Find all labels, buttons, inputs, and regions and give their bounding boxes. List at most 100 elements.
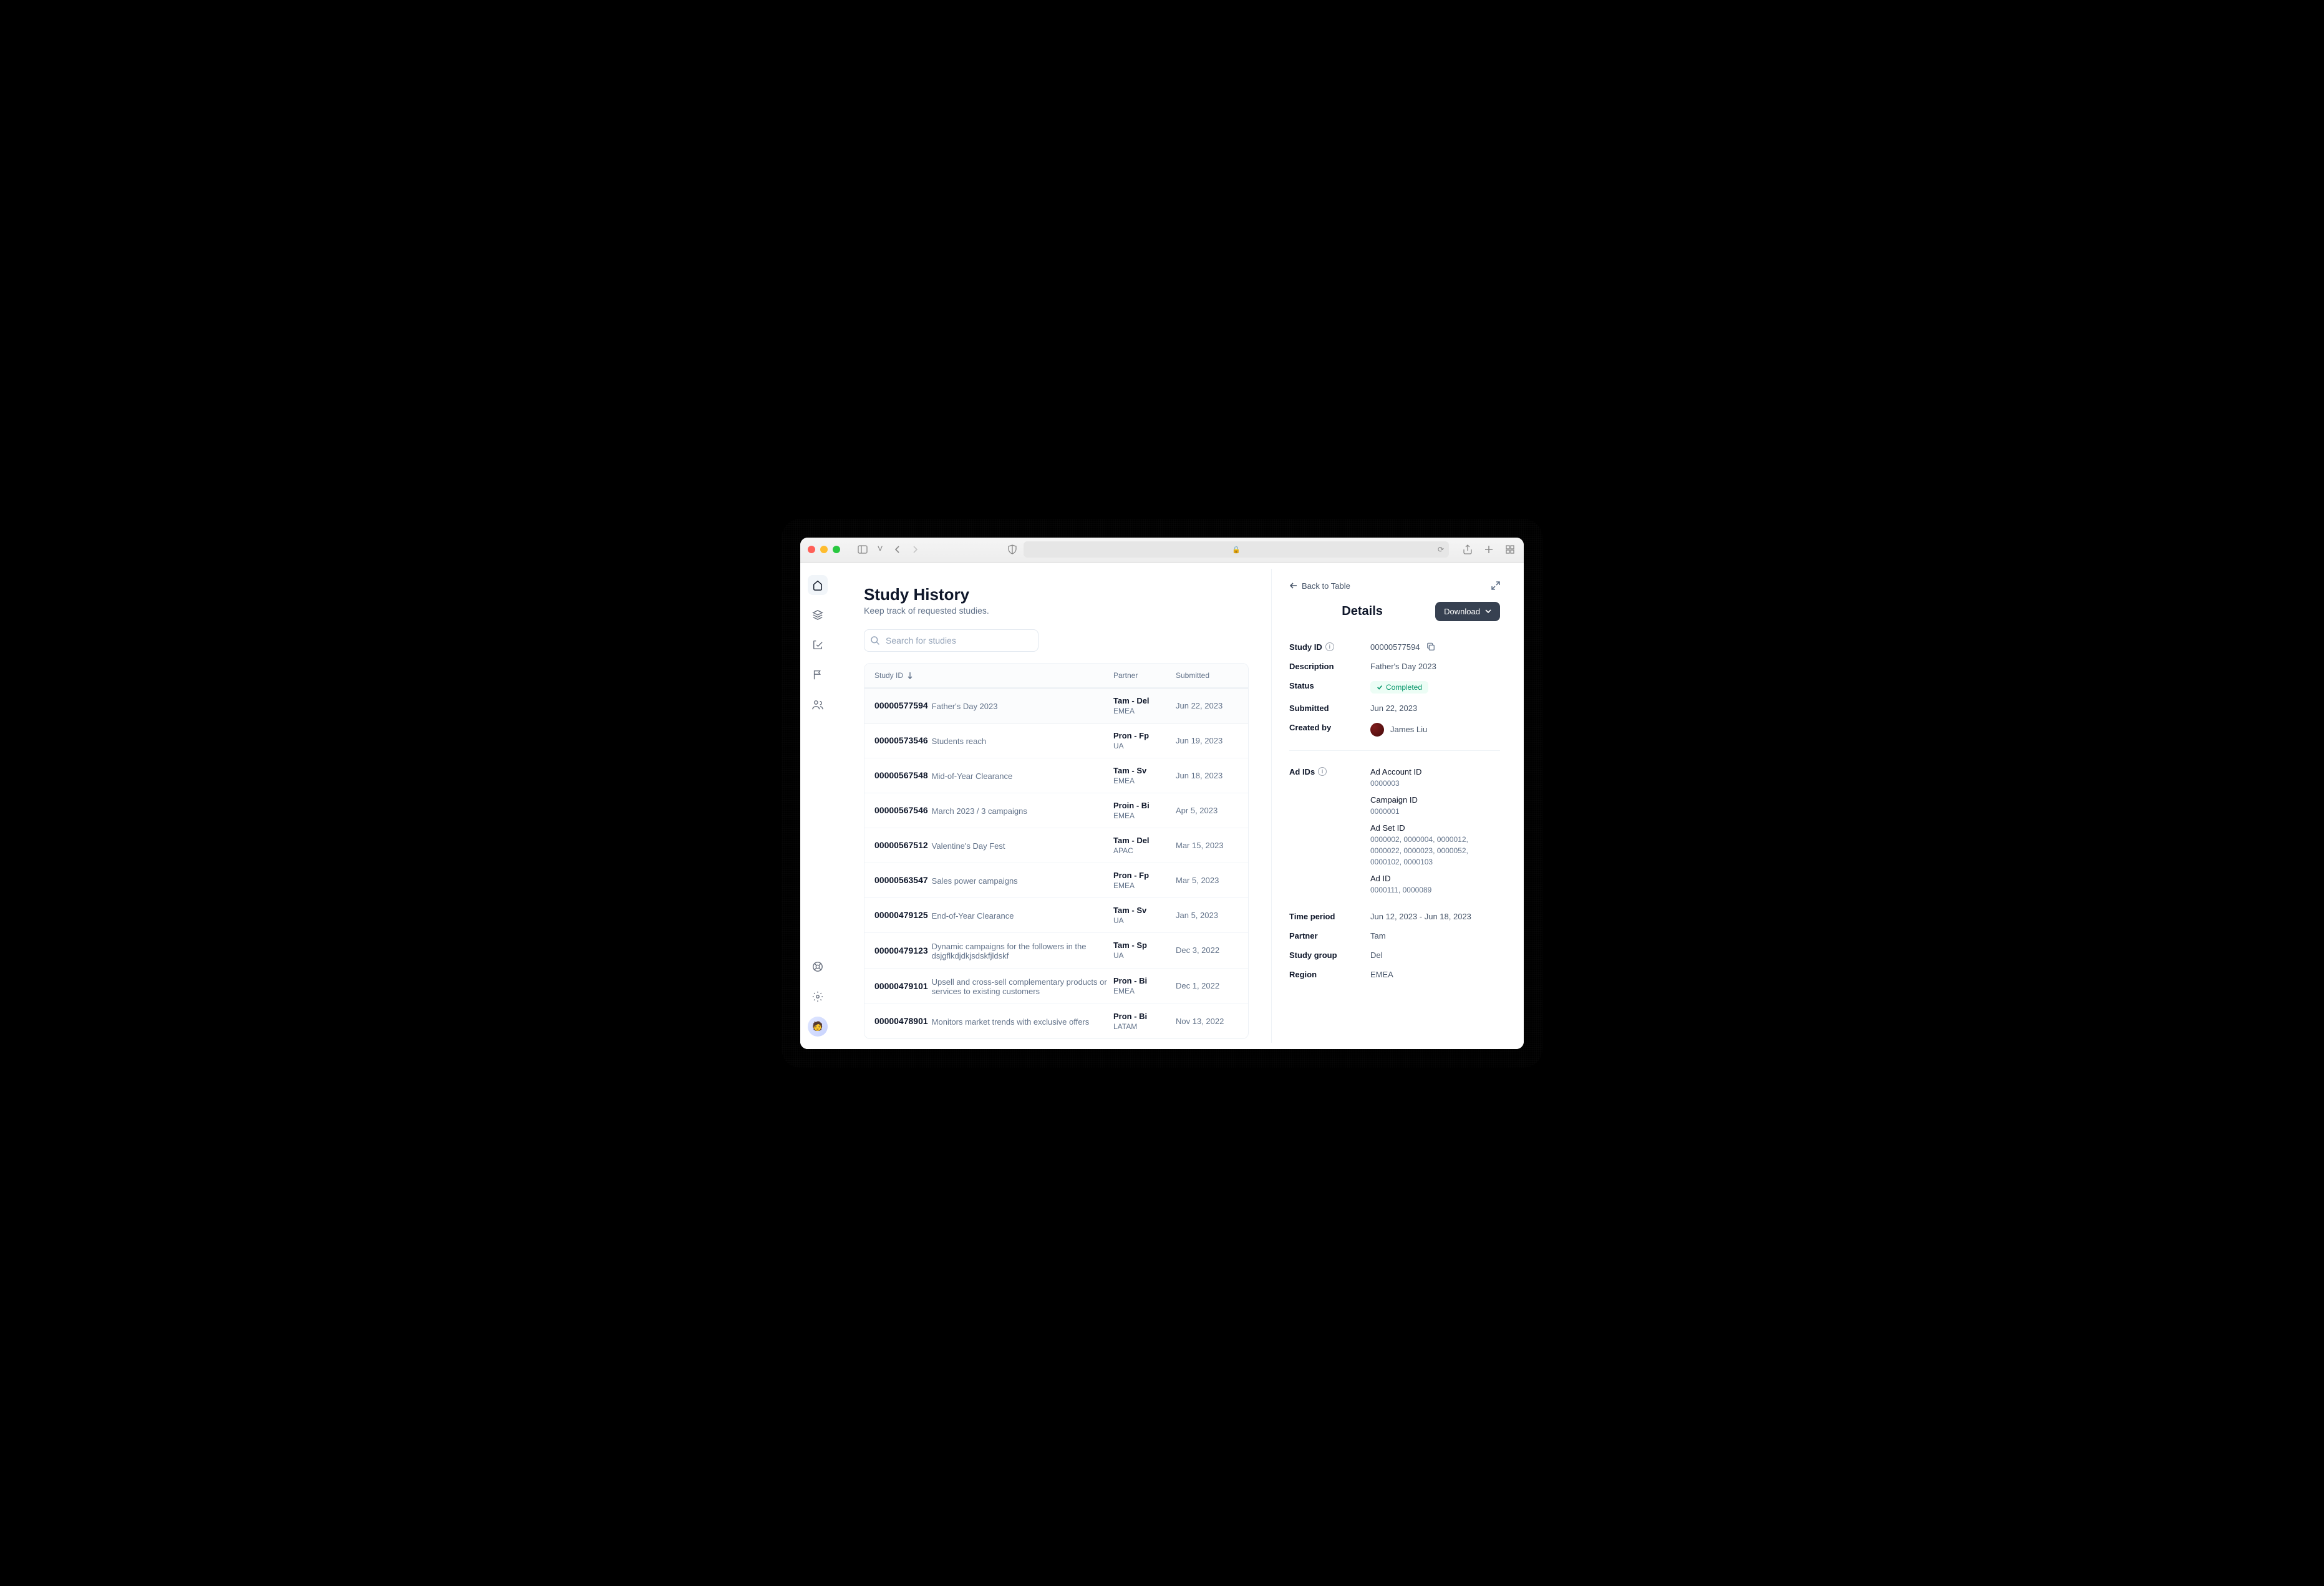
ad-id-block: Ad ID0000111, 0000089 [1370,874,1500,896]
study-id: 00000567512 [874,840,928,850]
study-desc: Monitors market trends with exclusive of… [932,1017,1090,1027]
study-desc: Sales power campaigns [932,876,1018,886]
ad-id-label: Ad ID [1370,874,1500,883]
chevron-down-icon [1485,609,1491,614]
submitted-date: Dec 3, 2022 [1176,945,1238,955]
table-row[interactable]: 00000479123 Dynamic campaigns for the fo… [864,933,1248,969]
ad-id-value: 0000001 [1370,806,1500,817]
nav-forward-icon[interactable] [909,543,921,556]
submitted-date: Apr 5, 2023 [1176,806,1238,815]
ad-id-block: Ad Account ID0000003 [1370,767,1500,789]
address-bar[interactable]: 🔒 ⟳ [1024,541,1449,558]
shield-icon[interactable] [1006,543,1019,556]
col-header-study-id[interactable]: Study ID [874,671,1113,680]
value-region: EMEA [1370,970,1500,979]
nav-layers-icon[interactable] [808,605,828,625]
copy-icon[interactable] [1426,642,1435,651]
partner-region: EMEA [1113,811,1176,820]
study-id: 00000567548 [874,770,928,780]
partner-region: UA [1113,916,1176,925]
partner-name: Tam - Sv [1113,906,1176,915]
expand-icon[interactable] [1491,581,1500,590]
study-id: 00000563547 [874,875,928,885]
nav-users-icon[interactable] [808,695,828,715]
nav-flag-icon[interactable] [808,665,828,685]
nav-home-icon[interactable] [808,575,828,595]
study-id: 00000478901 [874,1016,928,1026]
label-partner: Partner [1289,931,1370,940]
submitted-date: Dec 1, 2022 [1176,981,1238,990]
value-time-period: Jun 12, 2023 - Jun 18, 2023 [1370,912,1500,921]
sidebar-toggle-icon[interactable] [856,543,869,556]
label-region: Region [1289,970,1370,979]
partner-region: EMEA [1113,987,1176,995]
partner-region: EMEA [1113,776,1176,785]
studies-table: Study ID Partner Submitted 00000577594 F… [864,663,1249,1039]
study-desc: Students reach [932,737,986,746]
col-header-partner[interactable]: Partner [1113,671,1176,680]
table-row[interactable]: 00000567512 Valentine's Day Fest Tam - D… [864,828,1248,863]
window-maximize[interactable] [833,546,840,553]
browser-window: ˅ 🔒 ⟳ 🧑 Study History [800,538,1524,1049]
submitted-date: Jun 22, 2023 [1176,701,1238,710]
nav-help-icon[interactable] [808,957,828,977]
nav-back-icon[interactable] [891,543,904,556]
creator-avatar [1370,723,1384,737]
submitted-date: Jan 5, 2023 [1176,911,1238,920]
value-submitted: Jun 22, 2023 [1370,704,1500,713]
partner-name: Pron - Fp [1113,871,1176,880]
ad-id-block: Campaign ID0000001 [1370,795,1500,817]
table-row[interactable]: 00000479125 End-of-Year Clearance Tam - … [864,898,1248,933]
partner-name: Proin - Bi [1113,801,1176,810]
arrow-left-icon [1289,581,1298,590]
submitted-date: Jun 18, 2023 [1176,771,1238,780]
table-row[interactable]: 00000563547 Sales power campaigns Pron -… [864,863,1248,898]
ad-id-label: Ad Set ID [1370,823,1500,833]
value-study-id: 00000577594 [1370,642,1500,652]
partner-region: LATAM [1113,1022,1176,1031]
submitted-date: Mar 5, 2023 [1176,876,1238,885]
table-header: Study ID Partner Submitted [864,664,1248,688]
info-icon[interactable]: i [1318,767,1327,776]
study-desc: Upsell and cross-sell complementary prod… [932,977,1113,996]
study-id: 00000567546 [874,805,928,815]
info-icon[interactable]: i [1325,642,1334,651]
creator: James Liu [1370,723,1500,737]
partner-name: Pron - Bi [1113,1012,1176,1021]
search-input[interactable] [864,629,1039,652]
new-tab-icon[interactable] [1483,543,1495,556]
sidebar-nav: 🧑 [800,563,835,1049]
tabs-icon[interactable] [1504,543,1516,556]
submitted-date: Jun 19, 2023 [1176,736,1238,745]
study-desc: Valentine's Day Fest [932,841,1005,851]
ad-id-block: Ad Set ID0000002, 0000004, 0000012, 0000… [1370,823,1500,868]
study-id: 00000573546 [874,735,928,745]
study-id: 00000577594 [874,700,928,710]
table-row[interactable]: 00000479101 Upsell and cross-sell comple… [864,969,1248,1004]
user-avatar[interactable]: 🧑 [808,1017,828,1037]
study-desc: End-of-Year Clearance [932,911,1014,921]
table-row[interactable]: 00000573546 Students reach Pron - Fp UA … [864,723,1248,758]
main-area: Study History Keep track of requested st… [835,563,1524,1049]
label-status: Status [1289,681,1370,690]
partner-region: UA [1113,742,1176,750]
download-button[interactable]: Download [1435,602,1500,621]
label-study-group: Study group [1289,950,1370,960]
table-row[interactable]: 00000567546 March 2023 / 3 campaigns Pro… [864,793,1248,828]
window-minimize[interactable] [820,546,828,553]
study-desc: Dynamic campaigns for the followers in t… [932,942,1113,960]
back-to-table-button[interactable]: Back to Table [1289,581,1350,591]
reload-icon[interactable]: ⟳ [1438,545,1444,554]
window-close[interactable] [808,546,815,553]
col-header-submitted[interactable]: Submitted [1176,671,1238,680]
search-icon [870,636,880,646]
table-row[interactable]: 00000478901 Monitors market trends with … [864,1004,1248,1038]
share-icon[interactable] [1461,543,1474,556]
nav-check-icon[interactable] [808,635,828,655]
partner-region: EMEA [1113,881,1176,890]
chevron-down-icon[interactable]: ˅ [874,543,886,556]
table-row[interactable]: 00000567548 Mid-of-Year Clearance Tam - … [864,758,1248,793]
table-row[interactable]: 00000577594 Father's Day 2023 Tam - Del … [864,688,1248,723]
partner-name: Pron - Fp [1113,731,1176,740]
nav-settings-icon[interactable] [808,987,828,1007]
